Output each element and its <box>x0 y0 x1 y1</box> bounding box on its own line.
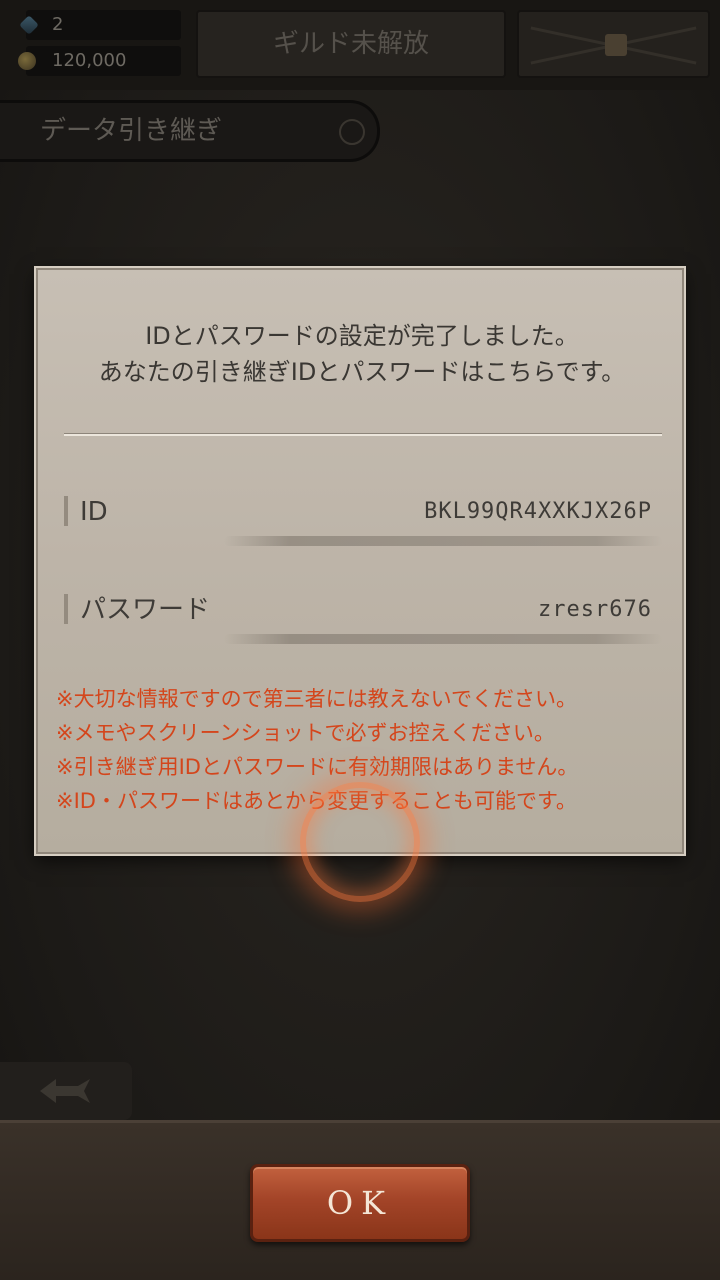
id-field: ID BKL99QR4XXKJX26P <box>64 492 662 546</box>
lock-icon <box>605 34 627 56</box>
field-marker <box>64 594 68 624</box>
warning-note: ※メモやスクリーンショットで必ずお控えください。 <box>56 721 555 745</box>
field-underline <box>224 634 662 644</box>
dialog-message: IDとパスワードの設定が完了しました。 あなたの引き継ぎIDとパスワードはこちら… <box>38 318 686 390</box>
field-underline <box>224 536 662 546</box>
back-button[interactable] <box>0 1062 132 1120</box>
id-value: BKL99QR4XXKJX26P <box>424 499 652 524</box>
page-title: データ引き継ぎ <box>0 100 380 162</box>
password-value: zresr676 <box>538 597 652 622</box>
gem-icon <box>19 15 39 35</box>
id-label: ID <box>80 497 108 527</box>
warning-note: ※大切な情報ですので第三者には教えないでください。 <box>56 687 577 711</box>
password-field: パスワード zresr676 <box>64 590 662 644</box>
locked-menu-button[interactable] <box>517 10 710 78</box>
gold-counter: 120,000 <box>18 46 181 76</box>
page-title-text: データ引き継ぎ <box>40 116 223 146</box>
ok-button[interactable]: OK <box>250 1164 470 1242</box>
transfer-complete-dialog: IDとパスワードの設定が完了しました。 あなたの引き継ぎIDとパスワードはこちら… <box>36 268 684 854</box>
divider <box>64 434 662 436</box>
field-marker <box>64 496 68 526</box>
dialog-message-line: IDとパスワードの設定が完了しました。 <box>145 322 579 350</box>
title-ornament-icon <box>339 119 365 145</box>
gold-count: 120,000 <box>52 50 127 71</box>
warning-note: ※引き継ぎ用IDとパスワードに有効期限はありません。 <box>56 755 579 779</box>
dialog-message-line: あなたの引き継ぎIDとパスワードはこちらです。 <box>98 358 626 386</box>
gem-counter: 2 <box>19 10 181 40</box>
guild-button[interactable]: ギルド未解放 <box>196 10 506 78</box>
back-arrow-icon <box>40 1079 90 1103</box>
loading-glow-ring <box>300 782 420 902</box>
password-label: パスワード <box>80 595 211 625</box>
top-status-bar: 2 120,000 ギルド未解放 <box>0 0 720 90</box>
gold-coin-icon <box>18 52 36 70</box>
gem-count: 2 <box>52 14 64 35</box>
